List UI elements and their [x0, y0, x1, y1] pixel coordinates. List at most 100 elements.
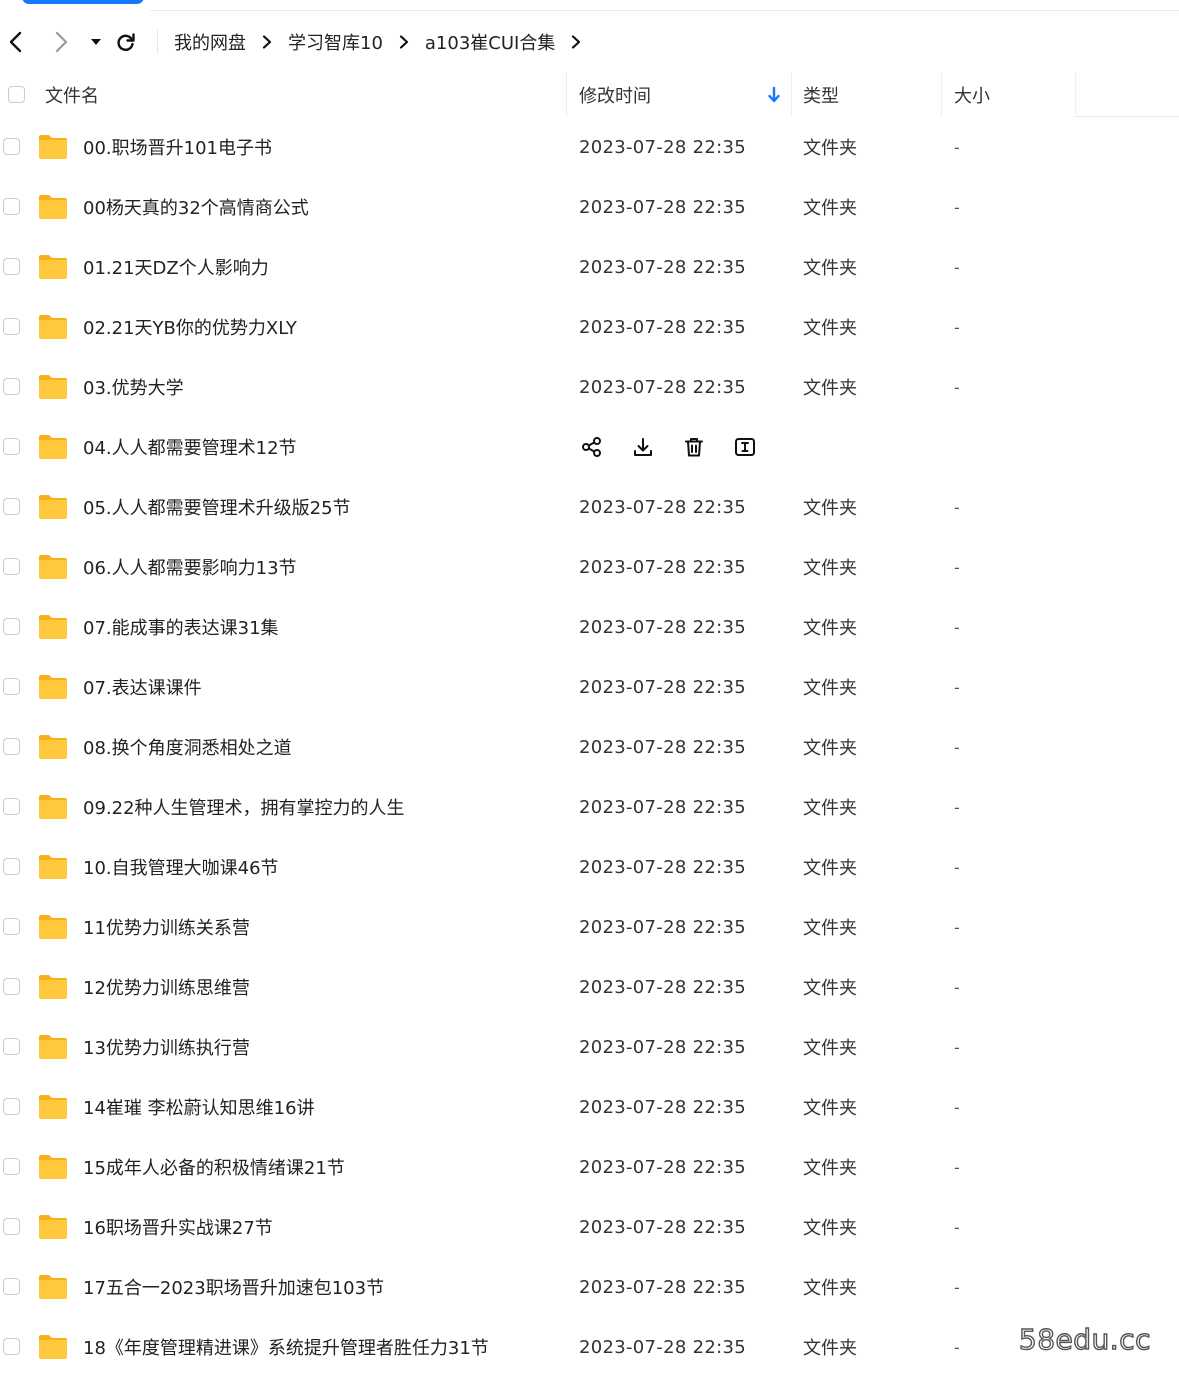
table-row[interactable]: 07.能成事的表达课31集 2023-07-28 22:35 文件夹 - [0, 597, 1179, 657]
file-name[interactable]: 12优势力训练思维营 [83, 957, 250, 1017]
file-size: - [954, 617, 960, 637]
file-size: - [954, 1037, 960, 1057]
table-row[interactable]: 07.表达课课件 2023-07-28 22:35 文件夹 - [0, 657, 1179, 717]
file-name[interactable]: 16职场晋升实战课27节 [83, 1197, 273, 1257]
dropdown-caret-icon[interactable] [80, 20, 112, 64]
file-name[interactable]: 01.21天DZ个人影响力 [83, 237, 269, 297]
file-name[interactable]: 02.21天YB你的优势力XLY [83, 297, 297, 357]
rename-icon[interactable] [732, 435, 757, 460]
modified-time: 2023-07-28 22:35 [579, 976, 747, 998]
row-checkbox[interactable] [3, 618, 20, 635]
select-all-checkbox[interactable] [8, 72, 25, 117]
file-name[interactable]: 07.表达课课件 [83, 657, 202, 717]
folder-icon [37, 133, 69, 161]
table-row[interactable]: 16职场晋升实战课27节 2023-07-28 22:35 文件夹 - [0, 1197, 1179, 1257]
file-name[interactable]: 03.优势大学 [83, 357, 184, 417]
file-name[interactable]: 00.职场晋升101电子书 [83, 117, 272, 177]
file-type: 文件夹 [803, 918, 857, 939]
arrow-down-icon[interactable] [767, 72, 781, 117]
folder-icon [37, 1333, 69, 1361]
file-name[interactable]: 17五合一2023职场晋升加速包103节 [83, 1257, 384, 1317]
file-name[interactable]: 09.22种人生管理术，拥有掌控力的人生 [83, 777, 405, 837]
table-row[interactable]: 14崔璀 李松蔚认知思维16讲 2023-07-28 22:35 文件夹 - [0, 1077, 1179, 1137]
row-checkbox[interactable] [3, 1098, 20, 1115]
row-checkbox[interactable] [3, 1338, 20, 1355]
file-name[interactable]: 04.人人都需要管理术12节 [83, 417, 297, 477]
file-type: 文件夹 [803, 318, 857, 339]
table-row[interactable]: 06.人人都需要影响力13节 2023-07-28 22:35 文件夹 - [0, 537, 1179, 597]
table-row[interactable]: 15成年人必备的积极情绪课21节 2023-07-28 22:35 文件夹 - [0, 1137, 1179, 1197]
table-row[interactable]: 17五合一2023职场晋升加速包103节 2023-07-28 22:35 文件夹 - [0, 1257, 1179, 1317]
breadcrumb-item-root[interactable]: 我的网盘 [160, 29, 260, 55]
row-checkbox[interactable] [3, 198, 20, 215]
table-row[interactable]: 02.21天YB你的优势力XLY 2023-07-28 22:35 文件夹 - [0, 297, 1179, 357]
navigation-bar: 我的网盘 学习智库10 a103崔CUI合集 [0, 20, 1179, 64]
file-name[interactable]: 07.能成事的表达课31集 [83, 597, 279, 657]
table-row[interactable]: 03.优势大学 2023-07-28 22:35 文件夹 - [0, 357, 1179, 417]
modified-time: 2023-07-28 22:35 [579, 1276, 747, 1298]
file-size: - [954, 917, 960, 937]
row-checkbox[interactable] [3, 258, 20, 275]
file-type: 文件夹 [803, 1158, 857, 1179]
row-checkbox[interactable] [3, 678, 20, 695]
row-checkbox[interactable] [3, 738, 20, 755]
column-header-modified[interactable]: 修改时间 [579, 72, 651, 117]
delete-icon[interactable] [681, 435, 706, 460]
column-header-size[interactable]: 大小 [954, 72, 990, 117]
row-checkbox[interactable] [3, 558, 20, 575]
table-row[interactable]: 12优势力训练思维营 2023-07-28 22:35 文件夹 - [0, 957, 1179, 1017]
modified-time: 2023-07-28 22:35 [579, 136, 747, 158]
table-row[interactable]: 11优势力训练关系营 2023-07-28 22:35 文件夹 - [0, 897, 1179, 957]
forward-icon[interactable] [45, 20, 77, 64]
breadcrumb-item-library[interactable]: 学习智库10 [274, 29, 397, 55]
refresh-icon[interactable] [110, 20, 142, 64]
row-checkbox[interactable] [3, 918, 20, 935]
file-name[interactable]: 14崔璀 李松蔚认知思维16讲 [83, 1077, 315, 1137]
file-name[interactable]: 05.人人都需要管理术升级版25节 [83, 477, 351, 537]
back-icon[interactable] [0, 20, 32, 64]
row-checkbox[interactable] [3, 798, 20, 815]
column-divider [1075, 72, 1076, 117]
chevron-right-icon[interactable] [569, 35, 583, 49]
breadcrumb-item-current[interactable]: a103崔CUI合集 [411, 29, 569, 55]
column-header-name[interactable]: 文件名 [45, 72, 99, 117]
table-row[interactable]: 13优势力训练执行营 2023-07-28 22:35 文件夹 - [0, 1017, 1179, 1077]
table-row[interactable]: 09.22种人生管理术，拥有掌控力的人生 2023-07-28 22:35 文件夹 - [0, 777, 1179, 837]
file-name[interactable]: 08.换个角度洞悉相处之道 [83, 717, 292, 777]
table-row[interactable]: 00.职场晋升101电子书 2023-07-28 22:35 文件夹 - [0, 117, 1179, 177]
file-size: - [954, 317, 960, 337]
table-row[interactable]: 04.人人都需要管理术12节 [0, 417, 1179, 477]
row-checkbox[interactable] [3, 858, 20, 875]
file-name[interactable]: 11优势力训练关系营 [83, 897, 250, 957]
table-row[interactable]: 00杨天真的32个高情商公式 2023-07-28 22:35 文件夹 - [0, 177, 1179, 237]
file-name[interactable]: 18《年度管理精进课》系统提升管理者胜任力31节 [83, 1317, 489, 1377]
row-checkbox[interactable] [3, 138, 20, 155]
file-size: - [954, 197, 960, 217]
row-checkbox[interactable] [3, 498, 20, 515]
modified-time: 2023-07-28 22:35 [579, 1336, 747, 1358]
file-name[interactable]: 13优势力训练执行营 [83, 1017, 250, 1077]
share-icon[interactable] [579, 435, 604, 460]
file-name[interactable]: 10.自我管理大咖课46节 [83, 837, 279, 897]
file-name[interactable]: 06.人人都需要影响力13节 [83, 537, 297, 597]
row-checkbox[interactable] [3, 438, 20, 455]
row-checkbox[interactable] [3, 378, 20, 395]
table-row[interactable]: 18《年度管理精进课》系统提升管理者胜任力31节 2023-07-28 22:35… [0, 1317, 1179, 1377]
row-checkbox[interactable] [3, 318, 20, 335]
folder-icon [37, 613, 69, 641]
row-checkbox[interactable] [3, 1278, 20, 1295]
row-checkbox[interactable] [3, 1158, 20, 1175]
file-name[interactable]: 15成年人必备的积极情绪课21节 [83, 1137, 345, 1197]
table-row[interactable]: 10.自我管理大咖课46节 2023-07-28 22:35 文件夹 - [0, 837, 1179, 897]
table-row[interactable]: 08.换个角度洞悉相处之道 2023-07-28 22:35 文件夹 - [0, 717, 1179, 777]
file-type: 文件夹 [803, 1098, 857, 1119]
file-name[interactable]: 00杨天真的32个高情商公式 [83, 177, 309, 237]
row-checkbox[interactable] [3, 978, 20, 995]
download-icon[interactable] [630, 435, 655, 460]
table-row[interactable]: 05.人人都需要管理术升级版25节 2023-07-28 22:35 文件夹 - [0, 477, 1179, 537]
table-row[interactable]: 01.21天DZ个人影响力 2023-07-28 22:35 文件夹 - [0, 237, 1179, 297]
row-checkbox[interactable] [3, 1218, 20, 1235]
column-header-type[interactable]: 类型 [803, 72, 839, 117]
row-checkbox[interactable] [3, 1038, 20, 1055]
chevron-right-icon [260, 35, 274, 49]
